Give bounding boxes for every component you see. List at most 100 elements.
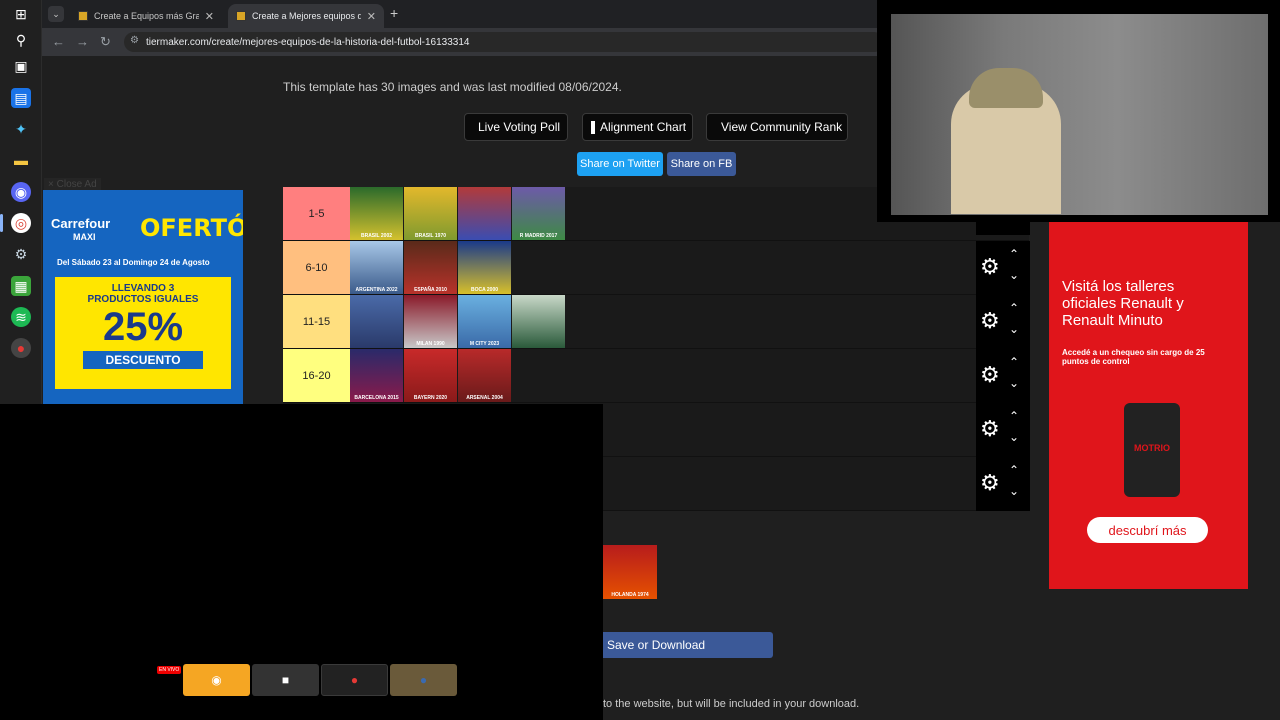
- renault-ad[interactable]: Visitá los talleres oficiales Renault y …: [1049, 220, 1248, 589]
- tier-label: 1-5: [283, 187, 350, 240]
- team-card[interactable]: [458, 187, 511, 240]
- team-card[interactable]: BARCELONA 2015: [350, 349, 403, 402]
- voice-participant-tile[interactable]: ●: [321, 664, 388, 696]
- move-down-icon[interactable]: ⌄: [1009, 430, 1019, 444]
- unranked-team-card[interactable]: HOLANDA 1974: [603, 545, 657, 599]
- carrefour-brand: Carrefour: [51, 216, 111, 231]
- share-twitter-button[interactable]: Share on Twitter: [577, 152, 663, 176]
- tab-mejores-equipos[interactable]: Create a Mejores equipos de la ✕: [228, 4, 384, 28]
- descuento-label: DESCUENTO: [83, 351, 203, 369]
- move-down-icon[interactable]: ⌄: [1009, 484, 1019, 498]
- new-tab-icon[interactable]: +: [390, 5, 398, 21]
- live-badge: EN VIVO: [157, 666, 182, 674]
- settings-gear-icon[interactable]: ⚙: [980, 256, 1000, 278]
- spotify-icon[interactable]: ≋: [11, 307, 31, 327]
- close-icon[interactable]: ✕: [205, 10, 214, 23]
- webcam-video: [891, 14, 1268, 215]
- address-bar[interactable]: ⚙ tiermaker.com/create/mejores-equipos-d…: [124, 32, 884, 52]
- copilot-icon[interactable]: ✦: [11, 119, 31, 139]
- live-voting-poll-button[interactable]: Live Voting Poll: [464, 113, 568, 141]
- team-card[interactable]: ARSENAL 2004: [458, 349, 511, 402]
- team-card[interactable]: [350, 295, 403, 348]
- voice-participant-tile[interactable]: ●: [390, 664, 457, 696]
- task-view-icon[interactable]: ▣: [11, 56, 31, 76]
- move-up-icon[interactable]: ⌃: [1009, 463, 1019, 477]
- tier-items: ARGENTINA 2022 ESPAÑA 2010 BOCA 2000: [350, 241, 512, 294]
- chrome-icon[interactable]: ◎: [11, 213, 31, 233]
- webcam-overlay: [877, 0, 1280, 222]
- store-icon[interactable]: ▤: [11, 88, 31, 108]
- search-icon[interactable]: ⚲: [11, 30, 31, 50]
- move-up-icon[interactable]: ⌃: [1009, 301, 1019, 315]
- settings-gear-icon[interactable]: ⚙: [980, 310, 1000, 332]
- steam-icon[interactable]: ⚙: [11, 244, 31, 264]
- tiermaker-favicon-icon: [78, 11, 88, 21]
- descubri-mas-button[interactable]: descubrí más: [1087, 517, 1208, 543]
- team-card[interactable]: BRASIL 2002: [350, 187, 403, 240]
- team-card[interactable]: ARGENTINA 2022: [350, 241, 403, 294]
- carrefour-sub: MAXI: [73, 232, 96, 242]
- settings-gear-icon[interactable]: ⚙: [980, 472, 1000, 494]
- discord-voice-tile[interactable]: ◉: [183, 664, 250, 696]
- close-icon[interactable]: ✕: [367, 10, 376, 23]
- tier-label: 6-10: [283, 241, 350, 294]
- move-down-icon[interactable]: ⌄: [1009, 376, 1019, 390]
- cap: [969, 68, 1043, 108]
- tier-label: 11-15: [283, 295, 350, 348]
- settings-gear-icon[interactable]: ⚙: [980, 418, 1000, 440]
- template-info-text: This template has 30 images and was last…: [283, 80, 622, 94]
- tab-search-icon[interactable]: ⌄: [48, 6, 64, 22]
- windows-start-icon[interactable]: ⊞: [11, 4, 31, 24]
- move-down-icon[interactable]: ⌄: [1009, 268, 1019, 282]
- tier-items: BARCELONA 2015 BAYERN 2020 ARSENAL 2004: [350, 349, 512, 402]
- tier-row: 11-15 MILAN 1990 M CITY 2023: [283, 295, 1029, 349]
- forward-icon[interactable]: →: [76, 34, 89, 49]
- tier-row: 16-20 BARCELONA 2015 BAYERN 2020 ARSENAL…: [283, 349, 1029, 403]
- reload-icon[interactable]: ↻: [100, 34, 111, 50]
- grid-icon: [591, 120, 595, 134]
- team-card[interactable]: BRASIL 1970: [404, 187, 457, 240]
- obs-icon[interactable]: ●: [11, 338, 31, 358]
- browser-tab-strip: ⌄ Create a Equipos más Grandes ✕ Create …: [42, 0, 878, 28]
- team-card[interactable]: R MADRID 2017: [512, 187, 565, 240]
- file-explorer-icon[interactable]: ▬: [11, 150, 31, 170]
- team-card[interactable]: M CITY 2023: [458, 295, 511, 348]
- tier-label: 16-20: [283, 349, 350, 402]
- renault-sub: Accedé a un chequeo sin cargo de 25 punt…: [1062, 348, 1205, 366]
- tier-controls: ⚙ ⌃ ⌄: [976, 403, 1030, 457]
- team-card[interactable]: MILAN 1990: [404, 295, 457, 348]
- team-card[interactable]: ESPAÑA 2010: [404, 241, 457, 294]
- move-up-icon[interactable]: ⌃: [1009, 355, 1019, 369]
- carrefour-ad[interactable]: Carrefour MAXI OFERTÓN Del Sábado 23 al …: [43, 190, 243, 404]
- renault-headline: Visitá los talleres oficiales Renault y …: [1062, 278, 1184, 329]
- share-fb-button[interactable]: Share on FB: [667, 152, 736, 176]
- oferton-headline: OFERTÓN: [140, 214, 243, 242]
- move-down-icon[interactable]: ⌄: [1009, 322, 1019, 336]
- url-text: tiermaker.com/create/mejores-equipos-de-…: [146, 36, 470, 48]
- discord-overlay: EN VIVO ◉ ■ ● ●: [0, 404, 603, 720]
- alignment-chart-button[interactable]: Alignment Chart: [582, 113, 693, 141]
- settings-gear-icon[interactable]: ⚙: [980, 364, 1000, 386]
- minecraft-icon[interactable]: ▦: [11, 276, 31, 296]
- site-info-icon[interactable]: ⚙: [130, 35, 139, 46]
- discord-icon[interactable]: ◉: [11, 182, 31, 202]
- move-up-icon[interactable]: ⌃: [1009, 409, 1019, 423]
- save-or-download-button[interactable]: Save or Download: [603, 632, 773, 658]
- back-icon[interactable]: ←: [52, 34, 65, 49]
- team-card[interactable]: BAYERN 2020: [404, 349, 457, 402]
- download-note: to the website, but will be included in …: [603, 698, 860, 710]
- tier-controls: ⚙ ⌃ ⌄: [976, 457, 1030, 511]
- tier-controls: ⚙ ⌃ ⌄: [976, 241, 1030, 295]
- team-card[interactable]: BOCA 2000: [458, 241, 511, 294]
- voice-participant-tile[interactable]: ■: [252, 664, 319, 696]
- tier-row: 6-10 ARGENTINA 2022 ESPAÑA 2010 BOCA 200…: [283, 241, 1029, 295]
- tiermaker-favicon-icon: [236, 11, 246, 21]
- promo-box: LLEVANDO 3 PRODUCTOS IGUALES 25% DESCUEN…: [55, 277, 231, 389]
- browser-toolbar: ← → ↻ ⚙ tiermaker.com/create/mejores-equ…: [42, 28, 884, 56]
- view-community-rank-button[interactable]: View Community Rank: [706, 113, 848, 141]
- team-card[interactable]: [512, 295, 565, 348]
- oil-barrel-image: MOTRIO: [1124, 403, 1180, 497]
- avatar: ●: [350, 673, 359, 687]
- tab-equipos-mas-grandes[interactable]: Create a Equipos más Grandes ✕: [70, 4, 222, 28]
- move-up-icon[interactable]: ⌃: [1009, 247, 1019, 261]
